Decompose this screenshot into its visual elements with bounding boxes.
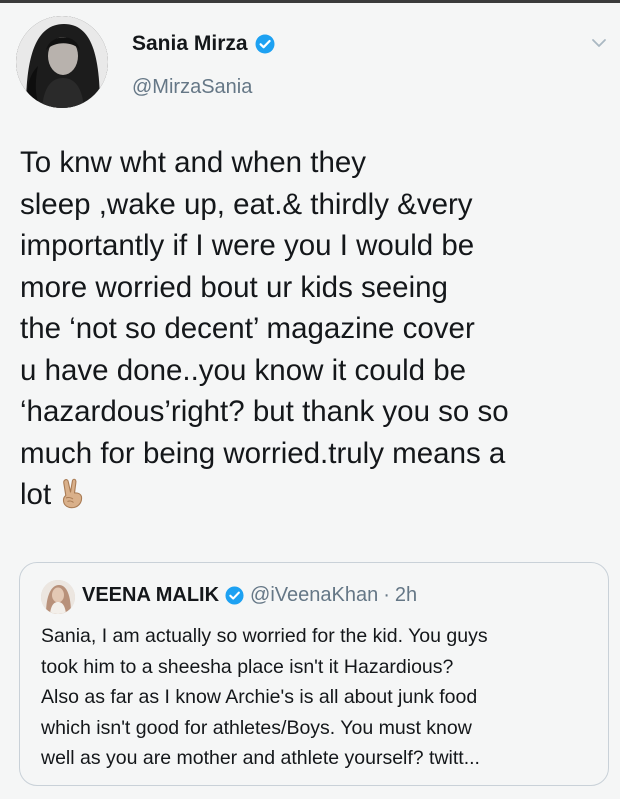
quoted-text-line: took him to a sheesha place isn't it Haz…: [41, 655, 454, 678]
header-separator: ·: [383, 584, 390, 606]
tweet-text-line: much for being worried.truly means a: [20, 436, 506, 470]
quoted-tweet-body: Sania, I am actually so worried for the …: [41, 621, 606, 774]
author-name-text: Sania Mirza: [132, 32, 248, 55]
author-handle[interactable]: @MirzaSania: [132, 76, 252, 99]
tweet-text-line: importantly if I were you I would be: [20, 229, 475, 262]
quoted-author-name[interactable]: VEENA MALIK: [82, 584, 219, 607]
tweet-text-line: sleep ,wake up, eat.& thirdly &very: [20, 187, 473, 221]
quoted-tweet-header: VEENA MALIK @iVeenaKhan · 2h: [82, 584, 417, 607]
tweet-text-last-line: lot: [20, 474, 616, 516]
tweet-body: To knw wht and when they sleep ,wake up,…: [20, 142, 616, 516]
quoted-author-handle[interactable]: @iVeenaKhan: [250, 584, 378, 607]
tweet-text-line: more worried bout ur kids seeing: [20, 270, 448, 304]
author-avatar[interactable]: [16, 16, 108, 108]
quoted-text-line: Also as far as I know Archie's is all ab…: [41, 686, 478, 709]
quoted-text-line: well as you are mother and athlete yours…: [41, 747, 480, 770]
verified-badge-icon: [225, 586, 244, 605]
quoted-text-line: which isn't good for athletes/Boys. You …: [41, 716, 472, 739]
author-display-name[interactable]: Sania Mirza: [132, 32, 275, 56]
tweet-text-line: To knw wht and when they: [20, 146, 367, 179]
victory-hand-emoji-icon: [57, 477, 87, 509]
tweet-card: Sania Mirza @MirzaSania To knw wht and w…: [0, 0, 620, 799]
quoted-tweet[interactable]: VEENA MALIK @iVeenaKhan · 2h Sania, I am…: [19, 562, 609, 786]
quoted-tweet-timestamp[interactable]: 2h: [395, 584, 417, 607]
quoted-text-line: Sania, I am actually so worried for the …: [41, 625, 488, 647]
tweet-text-line: the ‘not so decent’ magazine cover: [20, 312, 475, 345]
tweet-text-line: u have done..you know it could be: [20, 353, 467, 387]
tweet-text-line: ‘hazardous’right? but thank you so so: [20, 395, 509, 428]
tweet-text-line: lot: [20, 478, 52, 511]
verified-badge-icon: [255, 34, 275, 54]
top-divider: [0, 0, 620, 3]
chevron-down-icon[interactable]: [590, 34, 608, 52]
quoted-author-avatar[interactable]: [41, 580, 75, 614]
